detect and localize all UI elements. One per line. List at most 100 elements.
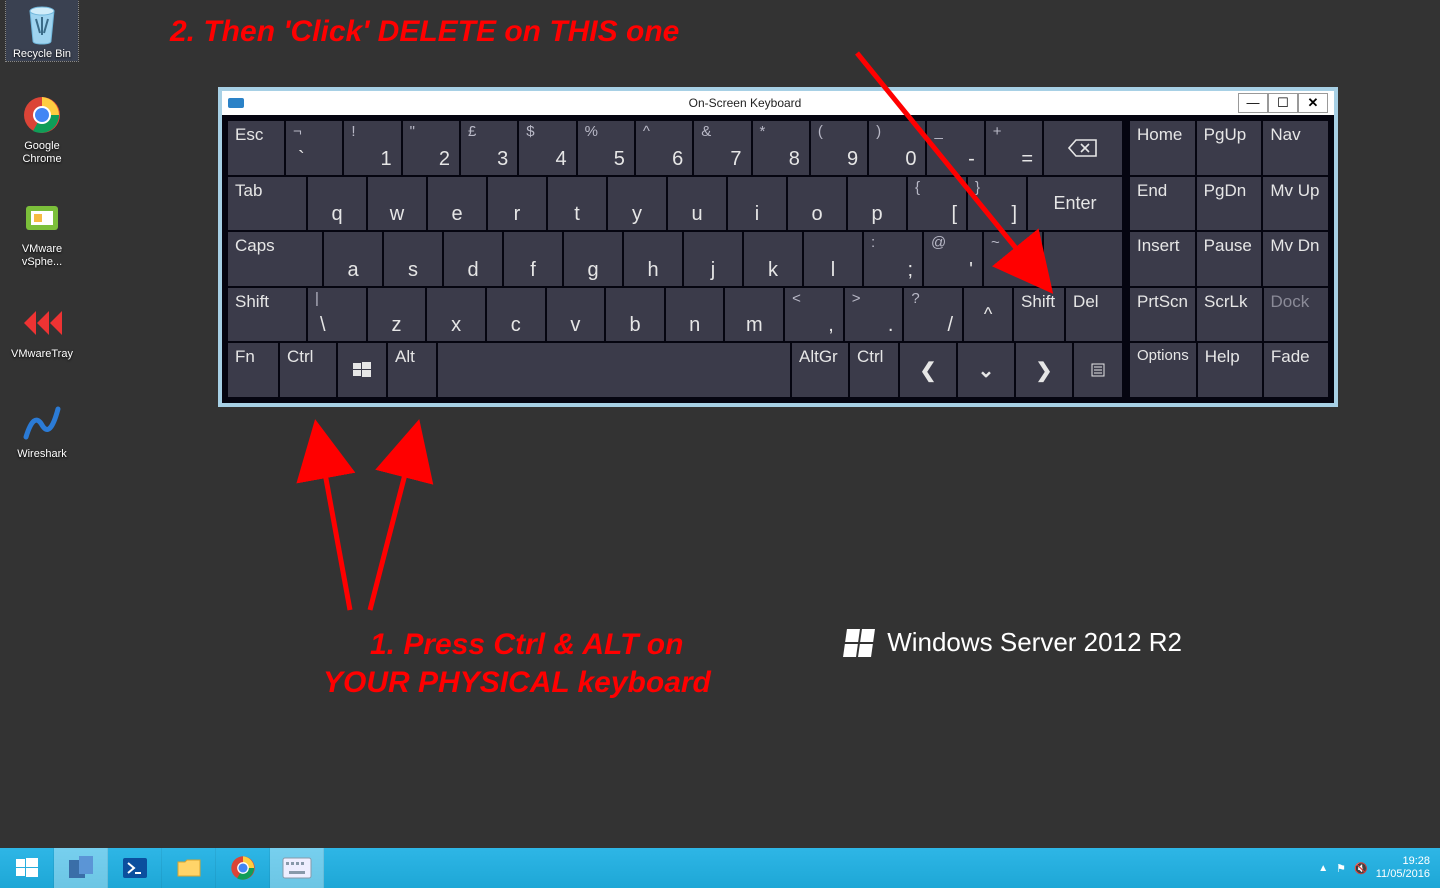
key-fn[interactable]: Fn [228,343,278,397]
key-b[interactable]: b [606,288,664,342]
key-period[interactable]: >. [845,288,903,342]
key-pgup[interactable]: PgUp [1197,121,1262,175]
key-mvup[interactable]: Mv Up [1263,177,1328,231]
key-k[interactable]: k [744,232,802,286]
key-9[interactable]: (9 [811,121,867,175]
key-c[interactable]: c [487,288,545,342]
key-t[interactable]: t [548,177,606,231]
key-bracket-close[interactable]: }] [968,177,1026,231]
key-win[interactable] [338,343,386,397]
taskbar-clock[interactable]: 19:28 11/05/2016 [1376,855,1430,881]
key-scrlk[interactable]: ScrLk [1197,288,1261,342]
key-arrow-right[interactable]: ❯ [1016,343,1072,397]
key-enter-tail[interactable] [1044,232,1122,286]
key-8[interactable]: *8 [753,121,809,175]
key-space[interactable] [438,343,790,397]
key-arrow-left[interactable]: ❮ [900,343,956,397]
key-del[interactable]: Del [1066,288,1122,342]
tray-volume-icon[interactable]: 🔇 [1354,862,1368,875]
key-dock[interactable]: Dock [1264,288,1328,342]
key-s[interactable]: s [384,232,442,286]
key-pause[interactable]: Pause [1197,232,1262,286]
key-arrow-down[interactable]: ⌄ [958,343,1014,397]
key-0[interactable]: )0 [869,121,925,175]
key-i[interactable]: i [728,177,786,231]
key-esc[interactable]: Esc [228,121,284,175]
key-d[interactable]: d [444,232,502,286]
desktop-icon-wireshark[interactable]: Wireshark [6,400,78,461]
key-n[interactable]: n [666,288,724,342]
key-bracket-open[interactable]: {[ [908,177,966,231]
key-altgr[interactable]: AltGr [792,343,848,397]
taskbar[interactable]: ▲ ⚑ 🔇 19:28 11/05/2016 [0,848,1440,888]
taskbar-powershell[interactable] [108,848,162,888]
key-p[interactable]: p [848,177,906,231]
key-prtscn[interactable]: PrtScn [1130,288,1195,342]
key-semicolon[interactable]: :; [864,232,922,286]
key-fade[interactable]: Fade [1264,343,1328,397]
key-h[interactable]: h [624,232,682,286]
key-options[interactable]: Options [1130,343,1196,397]
key-g[interactable]: g [564,232,622,286]
start-button[interactable] [0,848,54,888]
taskbar-explorer[interactable] [162,848,216,888]
key-mvdn[interactable]: Mv Dn [1263,232,1328,286]
key-f[interactable]: f [504,232,562,286]
key-5[interactable]: %5 [578,121,634,175]
key-3[interactable]: £3 [461,121,517,175]
key-hash[interactable]: ~# [984,232,1042,286]
key-backslash[interactable]: |\ [308,288,366,342]
taskbar-osk[interactable] [270,848,324,888]
key-up-caret[interactable]: ^ [964,288,1012,342]
key-pgdn[interactable]: PgDn [1197,177,1262,231]
desktop-icon-vmwaretray[interactable]: VMwareTray [6,300,78,361]
system-tray[interactable]: ▲ ⚑ 🔇 19:28 11/05/2016 [1308,848,1440,888]
key-4[interactable]: $4 [519,121,575,175]
key-j[interactable]: j [684,232,742,286]
window-minimize-button[interactable]: — [1238,93,1268,113]
key-z[interactable]: z [368,288,426,342]
key-end[interactable]: End [1130,177,1195,231]
tray-flag-icon[interactable]: ⚑ [1336,862,1346,875]
taskbar-server-manager[interactable] [54,848,108,888]
window-maximize-button[interactable]: ☐ [1268,93,1298,113]
key-slash[interactable]: ?/ [904,288,962,342]
desktop-icon-chrome[interactable]: Google Chrome [6,92,78,166]
key-insert[interactable]: Insert [1130,232,1195,286]
key-ctrl-left[interactable]: Ctrl [280,343,336,397]
osk-titlebar[interactable]: On-Screen Keyboard — ☐ ✕ [222,91,1334,115]
key-backtick[interactable]: ¬` [286,121,342,175]
key-menu[interactable] [1074,343,1122,397]
desktop-icon-vmware-vsphere[interactable]: VMware vSphe... [6,195,78,269]
key-help[interactable]: Help [1198,343,1262,397]
key-caps[interactable]: Caps [228,232,322,286]
key-x[interactable]: x [427,288,485,342]
key-m[interactable]: m [725,288,783,342]
key-q[interactable]: q [308,177,366,231]
key-l[interactable]: l [804,232,862,286]
key-enter[interactable]: Enter [1028,177,1122,231]
key-home[interactable]: Home [1130,121,1195,175]
key-shift-left[interactable]: Shift [228,288,306,342]
key-o[interactable]: o [788,177,846,231]
key-v[interactable]: v [547,288,605,342]
desktop-icon-recycle-bin[interactable]: Recycle Bin [6,0,78,61]
key-ctrl-right[interactable]: Ctrl [850,343,898,397]
key-2[interactable]: "2 [403,121,459,175]
window-close-button[interactable]: ✕ [1298,93,1328,113]
key-w[interactable]: w [368,177,426,231]
key-shift-right[interactable]: Shift [1014,288,1064,342]
key-7[interactable]: &7 [694,121,750,175]
taskbar-chrome[interactable] [216,848,270,888]
tray-up-icon[interactable]: ▲ [1318,863,1328,874]
key-e[interactable]: e [428,177,486,231]
key-equals[interactable]: += [986,121,1042,175]
key-minus[interactable]: _- [927,121,983,175]
key-tab[interactable]: Tab [228,177,306,231]
key-y[interactable]: y [608,177,666,231]
key-backspace[interactable] [1044,121,1122,175]
key-r[interactable]: r [488,177,546,231]
key-a[interactable]: a [324,232,382,286]
key-alt-left[interactable]: Alt [388,343,436,397]
key-comma[interactable]: <, [785,288,843,342]
